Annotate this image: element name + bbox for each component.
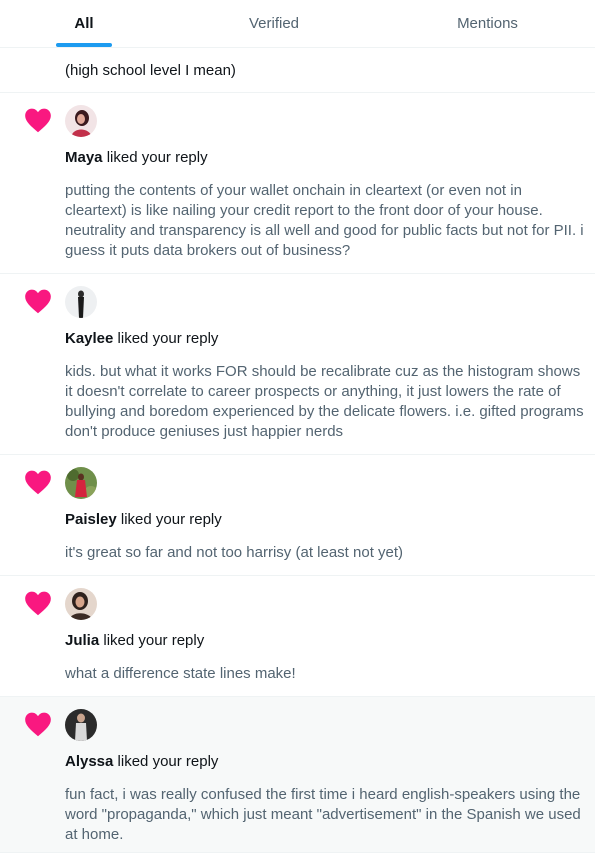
avatar[interactable] — [65, 709, 97, 741]
reply-text: it's great so far and not too harrisy (a… — [65, 544, 404, 561]
partial-notification-text: (high school level I mean) — [65, 62, 236, 79]
liked-label: liked your reply — [117, 330, 219, 347]
reply-text: what a difference state lines make! — [65, 665, 296, 682]
user-name[interactable]: Alyssa — [65, 753, 113, 770]
user-name[interactable]: Julia — [65, 632, 99, 649]
tab-verified-label: Verified — [248, 15, 300, 32]
liker-line: Paisley liked your reply — [65, 511, 222, 528]
liked-label: liked your reply — [120, 511, 222, 528]
notification-item[interactable]: Julia liked your reply what a difference… — [0, 576, 595, 697]
liker-line: Maya liked your reply — [65, 149, 208, 166]
tab-mentions-label: Mentions — [457, 15, 518, 32]
tab-all-label: All — [74, 15, 94, 32]
reply-text: fun fact, i was really confused the firs… — [65, 786, 581, 843]
liked-label: liked your reply — [103, 632, 205, 649]
tab-verified[interactable]: Verified — [168, 0, 380, 47]
avatar[interactable] — [65, 105, 97, 137]
heart-icon — [25, 108, 51, 133]
notification-item[interactable]: Maya liked your reply putting the conten… — [0, 93, 595, 274]
heart-icon — [25, 289, 51, 314]
tab-all[interactable]: All — [0, 0, 168, 47]
notification-item[interactable]: Paisley liked your reply it's great so f… — [0, 455, 595, 576]
partial-notification[interactable]: (high school level I mean) — [0, 48, 595, 93]
heart-icon — [25, 712, 51, 737]
user-name[interactable]: Kaylee — [65, 330, 113, 347]
liker-line: Kaylee liked your reply — [65, 330, 218, 347]
liker-line: Alyssa liked your reply — [65, 753, 218, 770]
heart-icon — [25, 591, 51, 616]
reply-text: putting the contents of your wallet onch… — [65, 182, 584, 259]
avatar[interactable] — [65, 286, 97, 318]
liker-line: Julia liked your reply — [65, 632, 204, 649]
user-name[interactable]: Paisley — [65, 511, 117, 528]
reply-text: kids. but what it works FOR should be re… — [65, 363, 584, 440]
liked-label: liked your reply — [117, 753, 219, 770]
notification-item[interactable]: Kaylee liked your reply kids. but what i… — [0, 274, 595, 455]
heart-icon — [25, 470, 51, 495]
active-tab-indicator — [56, 43, 112, 47]
liked-label: liked your reply — [106, 149, 208, 166]
notification-item[interactable]: Alyssa liked your reply fun fact, i was … — [0, 697, 595, 853]
notification-tabs: All Verified Mentions — [0, 0, 595, 48]
avatar[interactable] — [65, 467, 97, 499]
tab-mentions[interactable]: Mentions — [380, 0, 595, 47]
avatar[interactable] — [65, 588, 97, 620]
user-name[interactable]: Maya — [65, 149, 103, 166]
